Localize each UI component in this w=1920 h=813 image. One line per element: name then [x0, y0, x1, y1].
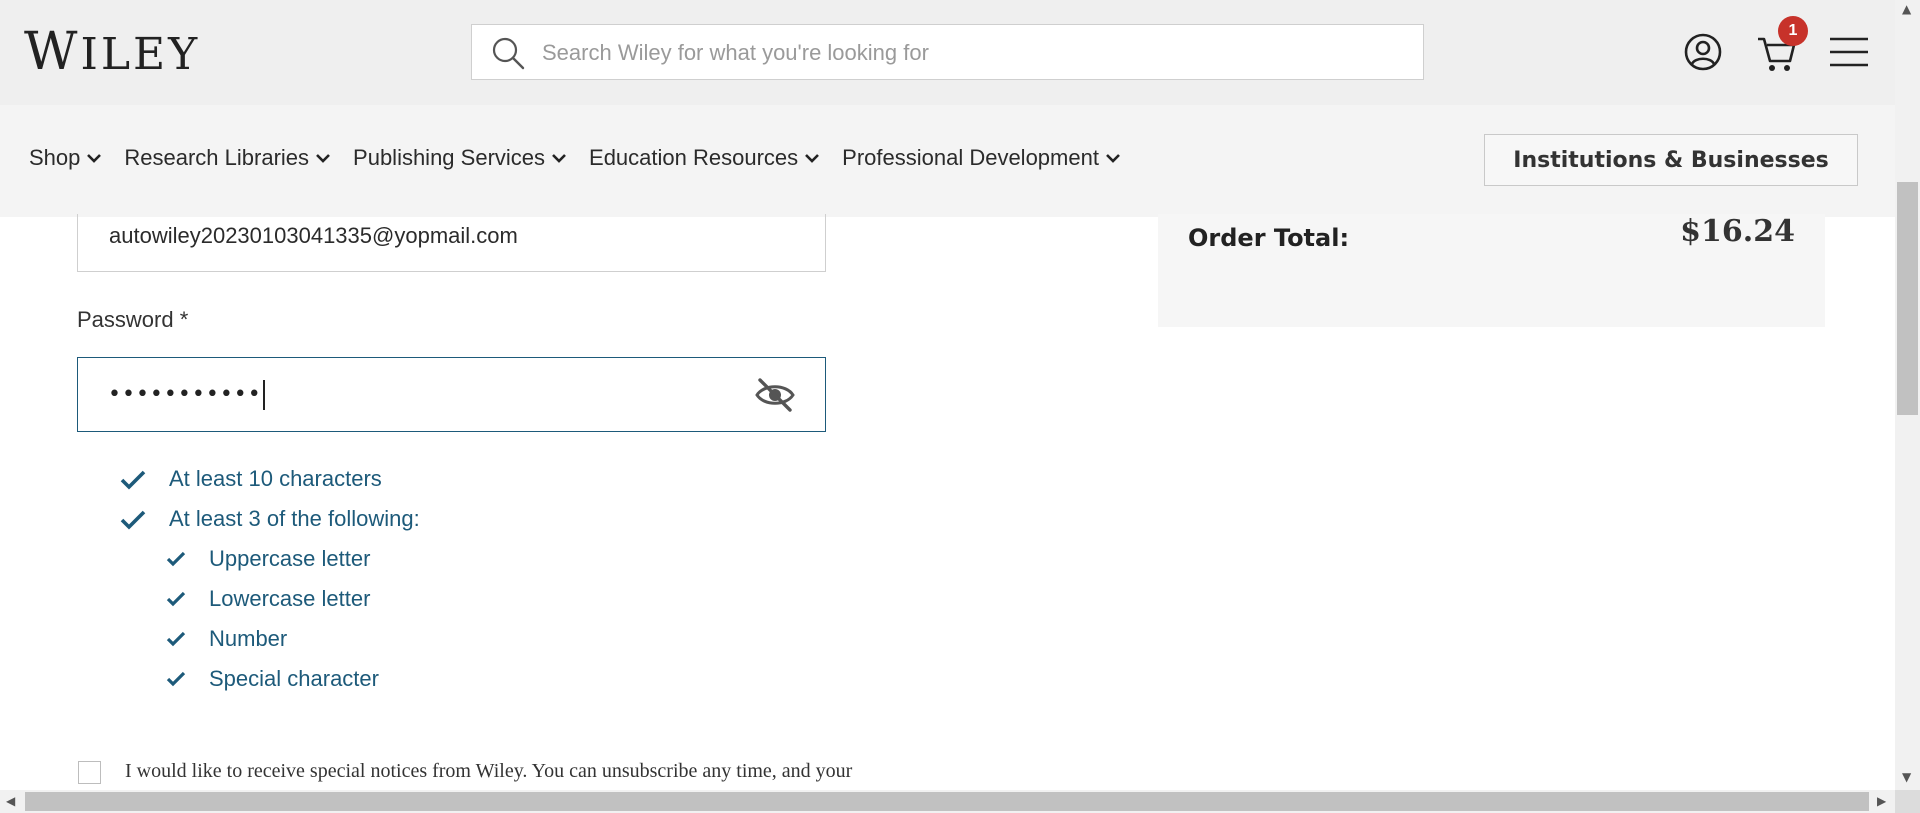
check-icon — [120, 470, 146, 490]
order-summary-panel: Order Total: $16.24 — [1158, 214, 1825, 327]
nav-item-label: Professional Development — [842, 145, 1099, 170]
special-notices-checkbox[interactable] — [78, 761, 101, 784]
vertical-scrollbar-thumb[interactable] — [1897, 182, 1918, 415]
check-icon — [166, 591, 186, 607]
main-nav: Shop Research Libraries Publishing Servi… — [0, 105, 1895, 217]
chevron-down-icon — [805, 154, 820, 163]
nav-item-label: Publishing Services — [353, 145, 546, 170]
scroll-down-arrow-icon[interactable]: ▼ — [1902, 770, 1911, 784]
check-icon — [166, 671, 186, 687]
search-icon[interactable] — [490, 35, 526, 71]
check-icon — [166, 631, 186, 647]
nav-item-label: Shop — [29, 145, 81, 170]
special-notices-label: I would like to receive special notices … — [125, 760, 853, 782]
chevron-down-icon — [87, 154, 102, 163]
scroll-right-arrow-icon[interactable]: ▶ — [1877, 794, 1886, 808]
nav-item-label: Education Resources — [589, 145, 799, 170]
nav-item-label: Research Libraries — [124, 145, 310, 170]
menu-icon[interactable] — [1826, 29, 1872, 75]
institutions-businesses-button[interactable]: Institutions & Businesses — [1484, 134, 1858, 186]
nav-item-education-resources[interactable]: Education Resources — [589, 145, 820, 171]
scrollbar-corner — [1895, 790, 1920, 813]
search-bar[interactable] — [471, 24, 1424, 80]
nav-item-publishing-services[interactable]: Publishing Services — [353, 145, 567, 171]
nav-item-professional-development[interactable]: Professional Development — [842, 145, 1121, 171]
nav-item-shop[interactable]: Shop — [29, 145, 102, 171]
site-header: WILEY 1 — [0, 0, 1895, 105]
check-icon — [166, 551, 186, 567]
nav-item-research-libraries[interactable]: Research Libraries — [124, 145, 331, 171]
password-label: Password * — [77, 307, 189, 332]
order-total-value: $16.24 — [1680, 214, 1795, 249]
wiley-logo[interactable]: WILEY — [24, 22, 200, 82]
chevron-down-icon — [316, 154, 330, 163]
hide-password-icon[interactable] — [754, 376, 796, 414]
password-value: ••••••••••• — [108, 378, 265, 412]
email-field[interactable]: autowiley20230103041335@yopmail.com — [77, 214, 826, 272]
account-icon[interactable] — [1680, 29, 1726, 75]
search-input[interactable] — [540, 33, 1404, 73]
text-caret — [262, 380, 265, 410]
scroll-up-arrow-icon[interactable]: ▲ — [1902, 2, 1911, 16]
chevron-down-icon — [552, 154, 566, 163]
check-icon — [120, 510, 146, 530]
cart-count-badge: 1 — [1778, 16, 1808, 46]
horizontal-scrollbar-thumb[interactable] — [25, 792, 1869, 811]
chevron-down-icon — [1106, 154, 1120, 163]
password-field[interactable]: ••••••••••• — [77, 357, 826, 432]
scroll-left-arrow-icon[interactable]: ◀ — [6, 794, 15, 808]
order-total-label: Order Total: — [1188, 224, 1350, 252]
